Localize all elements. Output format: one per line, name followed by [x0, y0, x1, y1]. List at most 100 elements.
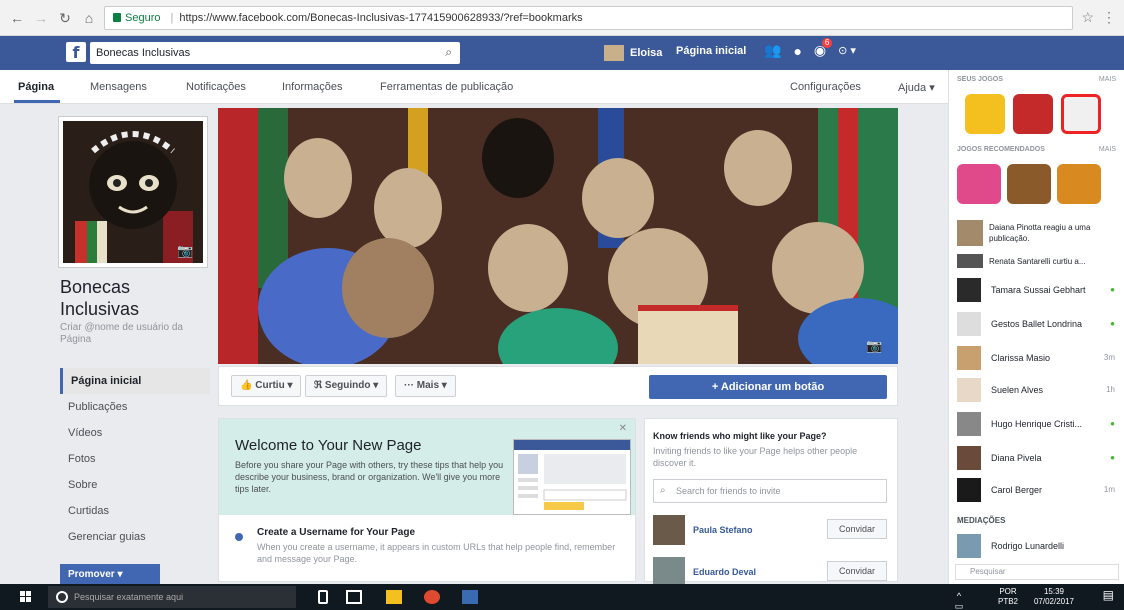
search-icon: ⌕ [660, 485, 666, 496]
tab-help[interactable]: Ajuda ▾ [898, 81, 935, 94]
contact-item[interactable]: Hugo Henrique Cristi... ● [957, 412, 1117, 440]
lock-icon [113, 13, 121, 22]
tab-info[interactable]: Informações [282, 81, 343, 93]
file-explorer-icon[interactable] [386, 590, 402, 604]
home-link[interactable]: Página inicial [676, 45, 746, 57]
cover-photo[interactable]: 📷 [218, 108, 898, 364]
page-actions-bar: 👍 Curtiu ▾ ℜ Seguindo ▾ ··· Mais ▾ + Adi… [218, 366, 898, 406]
taskbar-search-input[interactable]: Pesquisar exatamente aqui [48, 586, 296, 608]
tab-settings[interactable]: Configurações [790, 81, 861, 93]
contact-item[interactable]: Tamara Sussai Gebhart ● [957, 278, 1117, 306]
facebook-logo-icon[interactable]: f [66, 42, 86, 62]
avatar[interactable] [653, 515, 685, 545]
game-icon[interactable] [965, 94, 1005, 134]
tab-messages[interactable]: Mensagens [90, 81, 147, 93]
sidebar-item-videos[interactable]: Vídeos [60, 420, 210, 446]
forward-icon[interactable]: → [32, 9, 50, 27]
game-icon[interactable] [1013, 94, 1053, 134]
chrome-icon[interactable] [424, 590, 440, 604]
contact-item[interactable]: Rodrigo Lunardelli [957, 534, 1117, 562]
list-item: Paula Stefano Convidar [653, 515, 887, 551]
invite-button[interactable]: Convidar [827, 519, 887, 539]
avatar[interactable] [653, 557, 685, 587]
sidebar-item-photos[interactable]: Fotos [60, 446, 210, 472]
contact-item[interactable]: Clarissa Masio 3m [957, 346, 1117, 374]
friend-name[interactable]: Eduardo Deval [693, 567, 756, 577]
promote-button[interactable]: Promover ▾ [60, 564, 160, 586]
sidebar-item-manage-tabs[interactable]: Gerenciar guias [60, 524, 210, 550]
tray-icons[interactable]: ^ ▭ ◁) [954, 591, 964, 610]
recommended-more-link[interactable]: MAIS [1099, 146, 1116, 153]
profile-link[interactable]: Eloisa [604, 45, 662, 61]
help-icon[interactable]: ⊙ ▾ [838, 44, 856, 57]
reload-icon[interactable]: ↻ [56, 9, 74, 27]
contact-item[interactable]: Gestos Ballet Londrina ● [957, 312, 1117, 340]
right-sidebar: SEUS JOGOS MAIS JOGOS RECOMENDADOS MAIS … [948, 70, 1124, 584]
game-icon[interactable] [1057, 164, 1101, 204]
pokeball-icon[interactable] [1061, 94, 1101, 134]
section-heading: MEDIAÇÕES [957, 516, 1006, 525]
page-preview-image [513, 439, 631, 515]
search-input[interactable]: Bonecas Inclusivas ⌕ [90, 42, 460, 64]
contact-item[interactable]: Carol Berger 1m [957, 478, 1117, 506]
avatar [957, 346, 981, 370]
close-icon[interactable]: ✕ [619, 423, 627, 434]
add-button[interactable]: + Adicionar um botão [649, 375, 887, 399]
clock[interactable]: 15:39 07/02/2017 [1024, 587, 1084, 607]
game-icon[interactable] [957, 164, 1001, 204]
page-tabs: Página Mensagens Notificações Informaçõe… [0, 70, 948, 104]
task-view-icon[interactable] [346, 590, 362, 604]
following-button[interactable]: ℜ Seguindo ▾ [305, 375, 388, 397]
step-title[interactable]: Create a Username for Your Page [257, 527, 415, 538]
avatar [957, 446, 981, 470]
browser-menu-icon[interactable]: ⋮ [1102, 9, 1116, 26]
more-button[interactable]: ··· Mais ▾ [395, 375, 456, 397]
chat-search-input[interactable]: Pesquisar [955, 564, 1119, 580]
contact-item[interactable]: Diana Pivela ● [957, 446, 1117, 474]
camera-icon[interactable]: 📷 [177, 243, 199, 259]
friend-requests-icon[interactable]: 👥 [764, 42, 781, 59]
profile-picture[interactable]: 📷 [58, 116, 208, 268]
avatar [957, 478, 981, 502]
back-icon[interactable]: ← [8, 9, 26, 27]
avatar [957, 312, 981, 336]
sidebar-item-posts[interactable]: Publicações [60, 394, 210, 420]
avatar [957, 412, 981, 436]
avatar [957, 378, 981, 402]
camera-icon[interactable]: 📷 [866, 338, 888, 354]
user-name: Eloisa [630, 47, 663, 59]
contact-item[interactable]: Suelen Alves 1h [957, 378, 1117, 406]
step-indicator [235, 533, 243, 541]
windows-start-icon[interactable] [20, 591, 32, 603]
home-icon[interactable]: ⌂ [80, 9, 98, 27]
game-icon[interactable] [1007, 164, 1051, 204]
friend-search-input[interactable]: ⌕ Search for friends to invite [653, 479, 887, 503]
tab-page[interactable]: Página [18, 81, 54, 93]
tab-publishing-tools[interactable]: Ferramentas de publicação [380, 81, 513, 93]
friend-name[interactable]: Paula Stefano [693, 525, 753, 535]
welcome-text: Before you share your Page with others, … [235, 460, 504, 494]
search-icon[interactable]: ⌕ [445, 45, 452, 60]
browser-toolbar: ← → ↻ ⌂ Seguro | https://www.facebook.co… [0, 0, 1124, 36]
avatar [957, 278, 981, 302]
sidebar-item-about[interactable]: Sobre [60, 472, 210, 498]
messages-icon[interactable]: ● [793, 43, 801, 59]
create-username-link[interactable]: Criar @nome de usuário da Página [60, 322, 210, 346]
notification-icon[interactable]: ▤ [1103, 589, 1114, 601]
sidebar-item-likes[interactable]: Curtidas [60, 498, 210, 524]
mic-icon[interactable] [318, 590, 328, 604]
app-icon[interactable] [462, 590, 478, 604]
sidebar-item-home[interactable]: Página inicial [60, 368, 210, 394]
invite-button[interactable]: Convidar [827, 561, 887, 581]
rss-icon: ℜ [314, 380, 323, 391]
tab-notifications[interactable]: Notificações [186, 81, 246, 93]
cortana-icon [56, 591, 68, 603]
like-button[interactable]: 👍 Curtiu ▾ [231, 375, 302, 397]
games-more-link[interactable]: MAIS [1099, 76, 1116, 83]
notifications-icon[interactable]: ◉ 6 [814, 38, 833, 59]
language-indicator[interactable]: POR PTB2 [998, 587, 1018, 607]
bookmark-star-icon[interactable]: ☆ [1081, 9, 1094, 26]
activity-item[interactable]: Renata Santarelli curtiu a... [957, 254, 1117, 268]
invite-text: Inviting friends to like your Page helps… [653, 446, 858, 468]
address-bar[interactable]: Seguro | https://www.facebook.com/Boneca… [104, 5, 1074, 30]
